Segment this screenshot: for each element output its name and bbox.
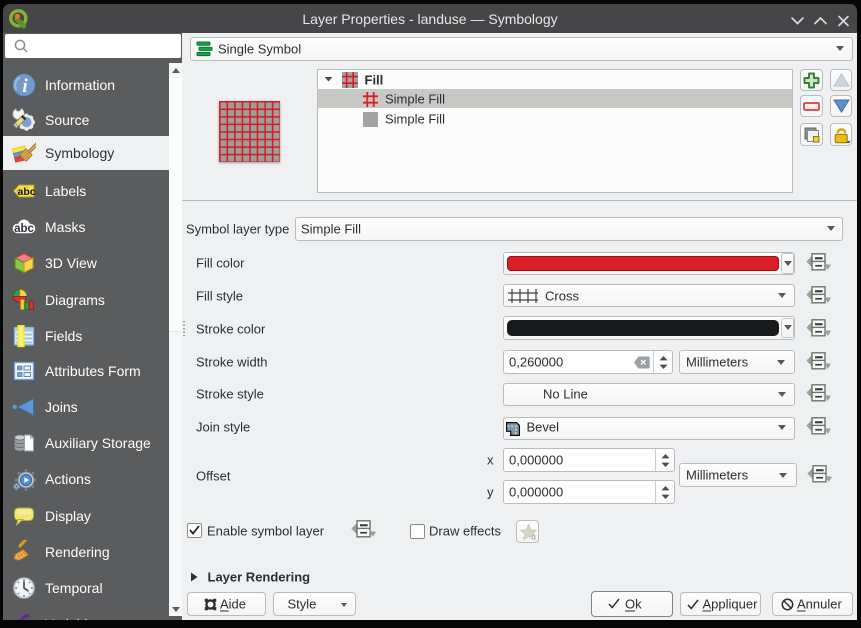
svg-text:abc: abc	[14, 223, 34, 235]
svg-text:abc: abc	[18, 186, 36, 198]
svg-text:i: i	[22, 76, 28, 97]
